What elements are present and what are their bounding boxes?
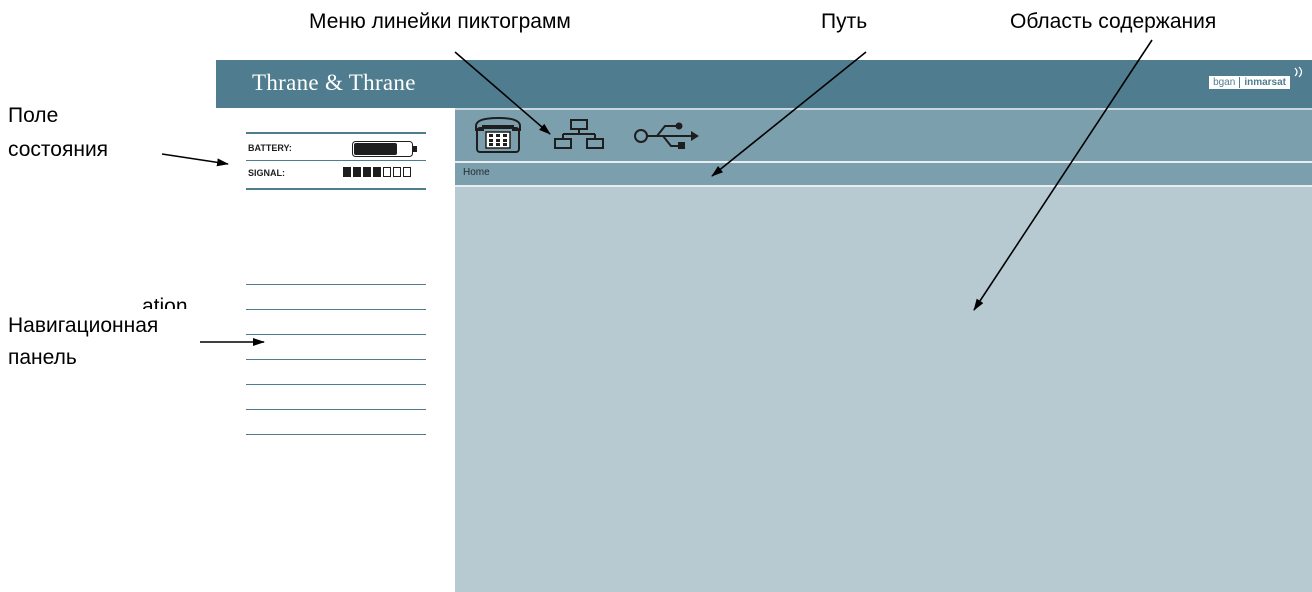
callout-icon-bar-menu: Меню линейки пиктограмм	[309, 10, 571, 33]
content-area	[455, 187, 1312, 592]
signal-bar	[363, 167, 371, 177]
signal-bar	[373, 167, 381, 177]
battery-icon	[352, 141, 417, 157]
partner-logo-left: bgan	[1213, 77, 1236, 88]
nav-item[interactable]	[246, 385, 426, 410]
icon-bar	[455, 108, 1312, 161]
satellite-waves-icon	[1294, 66, 1303, 78]
nav-text-fragment: ation	[142, 295, 188, 309]
battery-label: BATTERY:	[248, 143, 292, 153]
callout-status-field-line1: Поле	[8, 104, 59, 127]
signal-bar	[403, 167, 411, 177]
callout-path: Путь	[821, 10, 868, 33]
path-bar: Home	[455, 161, 1312, 187]
nav-item[interactable]	[246, 285, 426, 310]
header-bar: Thrane & Thrane bgan inmarsat	[216, 60, 1312, 108]
status-field: BATTERY: SIGNAL:	[246, 132, 426, 190]
callout-content-area: Область содержания	[1010, 10, 1217, 33]
nav-item[interactable]	[246, 260, 426, 285]
signal-bar	[343, 167, 351, 177]
signal-status: SIGNAL:	[246, 161, 426, 185]
telephone-icon[interactable]	[471, 114, 525, 154]
nav-item[interactable]	[246, 335, 426, 360]
callout-navigation-panel-line2: панель	[8, 346, 77, 369]
callout-navigation-panel-line1: Навигационная	[8, 314, 159, 337]
battery-status: BATTERY:	[246, 136, 426, 161]
nav-item[interactable]	[246, 310, 426, 335]
signal-bar	[383, 167, 391, 177]
partner-logo-right: inmarsat	[1244, 77, 1286, 88]
nav-item[interactable]	[246, 410, 426, 435]
signal-label: SIGNAL:	[248, 168, 285, 178]
usb-icon[interactable]	[633, 114, 703, 154]
web-interface-screen: Thrane & Thrane bgan inmarsat BATTERY: S…	[212, 60, 1312, 592]
nav-item[interactable]	[246, 360, 426, 385]
navigation-panel: BATTERY: SIGNAL:	[216, 108, 455, 592]
network-icon[interactable]	[553, 114, 605, 154]
signal-bar	[353, 167, 361, 177]
callout-status-field-line2: состояния	[8, 138, 109, 161]
brand-logo: Thrane & Thrane	[252, 70, 416, 95]
signal-bar	[393, 167, 401, 177]
breadcrumb-home[interactable]: Home	[463, 167, 490, 178]
signal-strength-bars	[343, 167, 411, 177]
partner-logo-divider	[1239, 77, 1241, 88]
partner-logo: bgan inmarsat	[1209, 76, 1290, 89]
